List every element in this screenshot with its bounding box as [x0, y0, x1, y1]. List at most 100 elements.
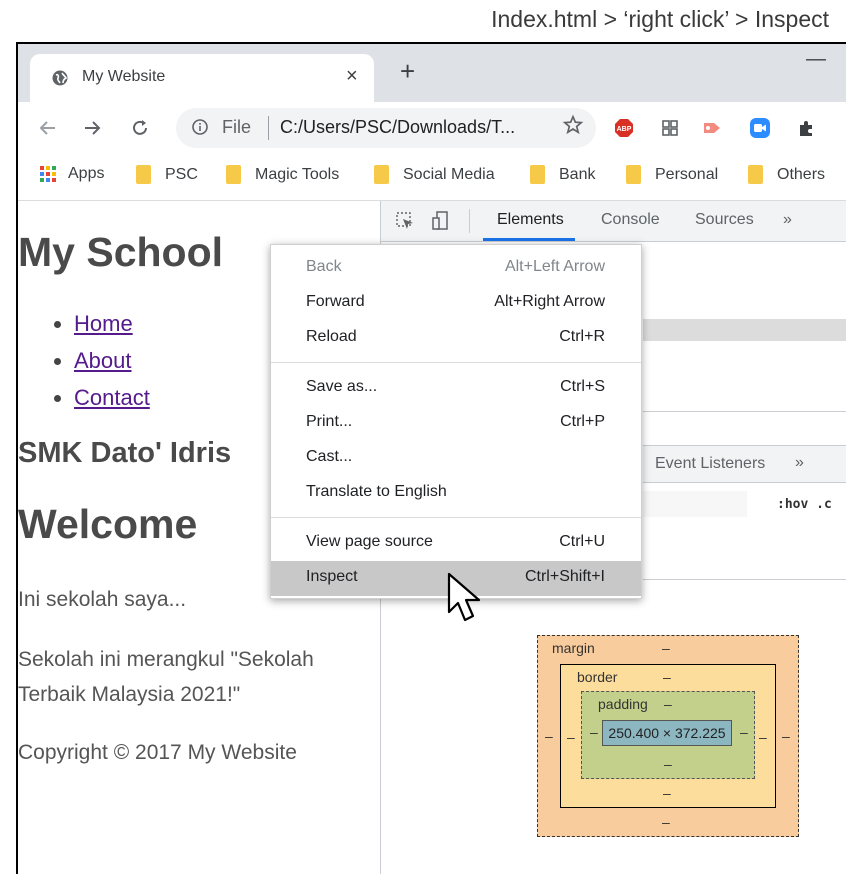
menu-item-translate[interactable]: Translate to English — [271, 476, 641, 511]
menu-item-view-source[interactable]: View page source Ctrl+U — [271, 526, 641, 561]
selected-dom-node-row[interactable] — [643, 319, 846, 341]
menu-item-label: Inspect — [306, 568, 358, 585]
context-menu: Back Alt+Left Arrow Forward Alt+Right Ar… — [270, 244, 642, 599]
welcome-heading: Welcome — [18, 501, 198, 547]
box-model-content-size[interactable]: 250.400 × 372.225 — [602, 720, 732, 746]
browser-window: My Website × + — File C:/Users/PSC/Downl… — [16, 42, 846, 874]
border-right-value: – — [759, 729, 767, 745]
folder-icon — [374, 165, 389, 184]
bookmark-bank[interactable]: Bank — [530, 165, 595, 184]
box-model-padding[interactable]: padding – – – – 250.400 × 372.225 — [581, 691, 755, 779]
menu-item-cast[interactable]: Cast... — [271, 441, 641, 476]
menu-item-shortcut: Ctrl+P — [560, 413, 605, 430]
toolbar-divider — [469, 209, 470, 233]
bookmark-magic-tools[interactable]: Magic Tools — [226, 165, 339, 184]
tab-console[interactable]: Console — [601, 211, 660, 229]
back-arrow-icon[interactable] — [38, 118, 58, 138]
new-tab-button[interactable]: + — [400, 58, 415, 84]
bookmark-psc[interactable]: PSC — [136, 165, 198, 184]
menu-item-label: View page source — [306, 533, 433, 550]
bookmark-label: Others — [777, 165, 826, 183]
more-subtabs-chevron-icon[interactable]: » — [795, 454, 804, 472]
menu-item-shortcut: Ctrl+Shift+I — [524, 568, 605, 585]
menu-item-reload[interactable]: Reload Ctrl+R — [271, 321, 641, 356]
padding-right-value: – — [740, 724, 748, 740]
bookmark-apps[interactable]: Apps — [40, 165, 104, 183]
panel-divider — [643, 411, 846, 412]
menu-item-shortcut: Ctrl+U — [559, 533, 605, 550]
caption-text: Index.html > ‘right click’ > Inspect — [491, 6, 829, 32]
address-bar[interactable]: File C:/Users/PSC/Downloads/T... — [176, 108, 596, 148]
device-toggle-icon[interactable] — [431, 211, 451, 231]
close-icon[interactable]: × — [346, 65, 358, 88]
menu-item-label: Back — [306, 258, 342, 275]
reload-icon[interactable] — [130, 118, 150, 138]
padding-top-value: – — [664, 696, 672, 712]
margin-right-value: – — [782, 728, 790, 744]
page-nav-list: Home About Contact — [18, 305, 150, 416]
minimize-button[interactable]: — — [806, 48, 826, 71]
margin-top-value: – — [662, 640, 670, 656]
folder-icon — [626, 165, 641, 184]
menu-item-shortcut: Ctrl+S — [560, 378, 605, 395]
panel-divider — [643, 579, 846, 580]
box-model-margin[interactable]: margin – – – – border – – – – padding – … — [537, 635, 799, 837]
tab-sources[interactable]: Sources — [695, 211, 754, 229]
folder-icon — [226, 165, 241, 184]
url-text[interactable]: C:/Users/PSC/Downloads/T... — [280, 117, 515, 138]
margin-label: margin — [552, 640, 595, 656]
styles-subtab-bar: Event Listeners » — [643, 445, 846, 483]
bookmark-others[interactable]: Others — [748, 165, 825, 184]
menu-item-shortcut: Alt+Left Arrow — [504, 258, 605, 275]
zoom-icon[interactable] — [750, 118, 770, 138]
motto-line-2: Terbaik Malaysia 2021!" — [18, 683, 241, 706]
menu-item-forward[interactable]: Forward Alt+Right Arrow — [271, 286, 641, 321]
menu-item-print[interactable]: Print... Ctrl+P — [271, 406, 641, 441]
browser-tab[interactable]: My Website × — [30, 54, 374, 102]
bookmark-star-icon[interactable] — [562, 114, 584, 136]
margin-bottom-value: – — [662, 814, 670, 830]
nav-item-about: About — [74, 342, 150, 379]
nav-link-home[interactable]: Home — [74, 311, 133, 336]
box-model-border[interactable]: border – – – – padding – – – – 250.400 ×… — [560, 664, 776, 808]
apps-icon — [40, 166, 56, 182]
menu-item-save-as[interactable]: Save as... Ctrl+S — [271, 371, 641, 406]
tab-event-listeners[interactable]: Event Listeners — [655, 455, 765, 473]
adblock-icon[interactable]: ABP — [614, 118, 634, 138]
inspect-element-icon[interactable] — [395, 211, 415, 231]
border-left-value: – — [567, 729, 575, 745]
mouse-pointer-icon — [447, 572, 481, 622]
tab-elements[interactable]: Elements — [497, 211, 564, 229]
nav-link-contact[interactable]: Contact — [74, 385, 150, 410]
puzzle-icon[interactable] — [796, 118, 816, 138]
menu-item-back[interactable]: Back Alt+Left Arrow — [271, 251, 641, 286]
bookmark-label: Bank — [559, 165, 596, 183]
menu-item-shortcut: Alt+Right Arrow — [494, 293, 605, 310]
devtools-tab-bar: Elements Console Sources » — [381, 201, 846, 242]
forward-arrow-icon[interactable] — [82, 118, 102, 138]
active-tab-indicator — [483, 238, 575, 241]
grid-extension-icon[interactable] — [660, 118, 680, 138]
menu-item-label: Translate to English — [306, 483, 447, 500]
styles-filter-input[interactable] — [643, 491, 747, 517]
school-name-heading: SMK Dato' Idris — [18, 437, 232, 469]
bookmark-label: Magic Tools — [255, 165, 340, 183]
bookmark-personal[interactable]: Personal — [626, 165, 718, 184]
motto-line-1: Sekolah ini merangkul "Sekolah — [18, 648, 314, 671]
menu-item-label: Reload — [306, 328, 357, 345]
padding-bottom-value: – — [664, 756, 672, 772]
page-heading: My School — [18, 229, 224, 275]
menu-item-shortcut: Ctrl+R — [559, 328, 605, 345]
nav-link-about[interactable]: About — [74, 348, 132, 373]
bookmark-label: Social Media — [403, 165, 495, 183]
info-icon[interactable] — [192, 119, 208, 135]
screencast-icon[interactable] — [702, 118, 722, 138]
bookmark-label: Personal — [655, 165, 719, 183]
menu-item-label: Cast... — [306, 448, 353, 465]
bookmark-social-media[interactable]: Social Media — [374, 165, 495, 184]
menu-separator — [271, 517, 641, 518]
menu-item-label: Print... — [306, 413, 353, 430]
more-tabs-chevron-icon[interactable]: » — [783, 211, 792, 229]
bookmark-label: PSC — [165, 165, 198, 183]
hover-state-toggle[interactable]: :hov .c — [777, 497, 832, 512]
